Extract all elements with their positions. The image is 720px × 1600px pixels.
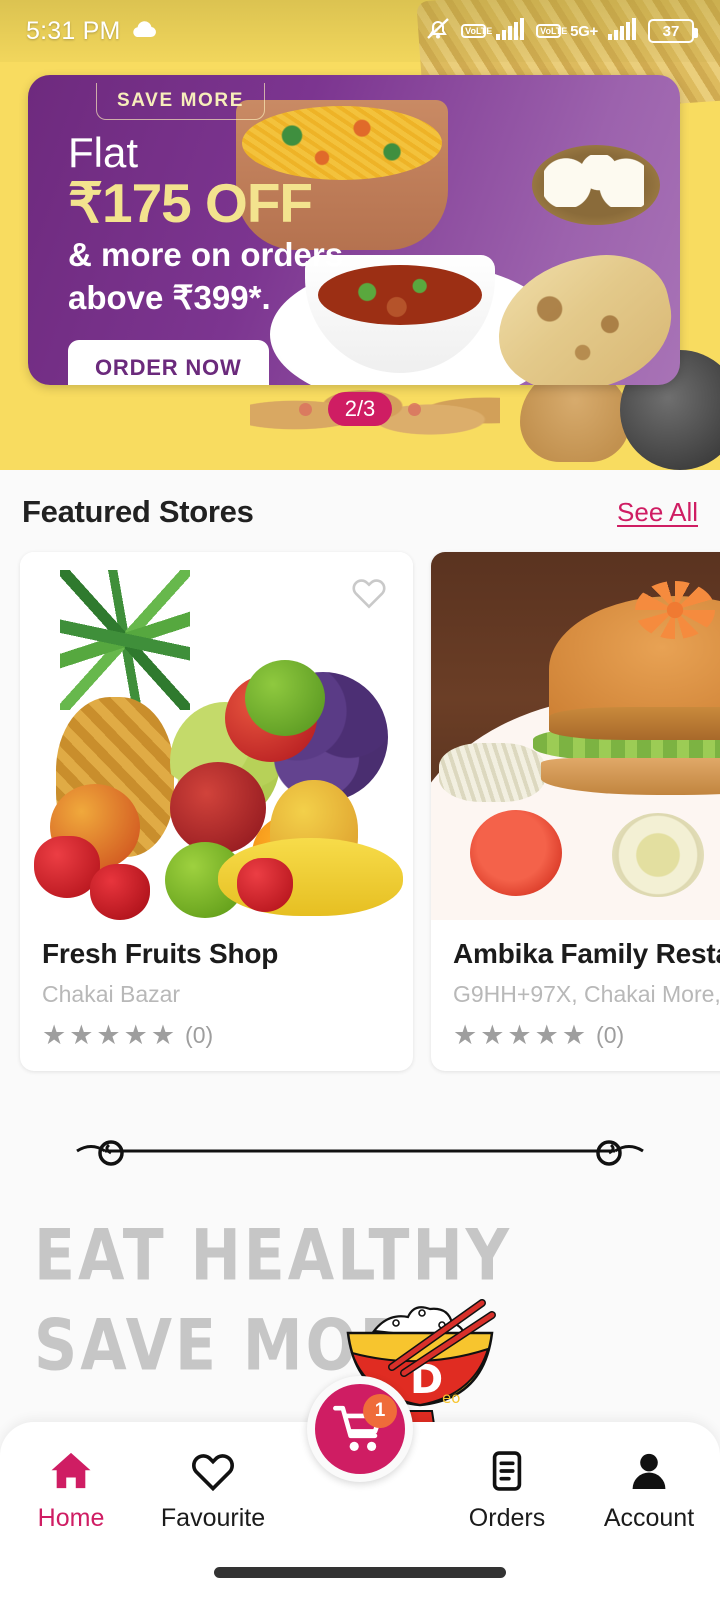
home-indicator: [214, 1567, 506, 1578]
orders-list-icon: [492, 1451, 522, 1491]
battery-indicator: 37: [648, 19, 698, 43]
nav-label-favourite: Favourite: [160, 1504, 266, 1532]
status-bar-left: 5:31 PM: [26, 17, 157, 46]
nav-item-account[interactable]: Account: [584, 1450, 714, 1533]
store-image: [20, 552, 413, 920]
home-icon: [51, 1452, 91, 1489]
clock: 5:31 PM: [26, 16, 121, 45]
coleslaw: [438, 743, 545, 803]
green-apple: [245, 660, 325, 736]
cart-badge: 1: [363, 1394, 397, 1428]
store-info: Fresh Fruits Shop Chakai Bazar ★★★★★ (0): [20, 920, 413, 1071]
status-bar: 5:31 PM VoLTE VoLTE 5G+ 37: [0, 0, 720, 62]
star-rating-icon: ★★★★★: [453, 1020, 590, 1050]
promo-banner[interactable]: SAVE MORE Flat ₹175 OFF & more on orders…: [28, 75, 680, 385]
rasgulla-plate-image: [532, 145, 660, 225]
see-all-link[interactable]: See All: [617, 497, 698, 528]
volte-icon-1: VoLTE: [461, 23, 492, 39]
promo-banner-text: SAVE MORE Flat ₹175 OFF & more on orders…: [68, 83, 408, 385]
store-image: [431, 552, 720, 920]
app-screen: 5:31 PM VoLTE VoLTE 5G+ 37 SAVE MORE Fla…: [0, 0, 720, 1600]
heart-icon: [352, 579, 386, 609]
person-icon: [632, 1453, 666, 1489]
store-name: Ambika Family Restaurant: [453, 938, 720, 969]
status-bar-right: VoLTE VoLTE 5G+ 37: [424, 16, 698, 47]
tomato-slice: [470, 809, 563, 896]
review-count: (0): [185, 1022, 214, 1048]
store-rating: ★★★★★ (0): [453, 1022, 720, 1049]
page-title: Featured Stores: [22, 494, 254, 529]
nav-item-home[interactable]: Home: [6, 1450, 136, 1533]
strawberry-3: [237, 858, 293, 912]
store-address: G9HH+97X, Chakai More, Chakai: [453, 981, 720, 1007]
burger-patty: [548, 706, 720, 740]
save-more-badge: SAVE MORE: [96, 83, 266, 120]
promo-line-orders: & more on orders: [68, 236, 344, 274]
store-address: Chakai Bazar: [42, 981, 181, 1007]
svg-text:eo: eo: [442, 1389, 460, 1407]
featured-stores-header: Featured Stores See All: [0, 470, 720, 530]
nav-label-account: Account: [603, 1504, 695, 1532]
store-info: Ambika Family Restaurant G9HH+97X, Chaka…: [431, 920, 720, 1071]
signal-bars-icon-1: [495, 17, 527, 46]
nav-item-favourite[interactable]: Favourite: [148, 1450, 278, 1533]
star-rating-icon: ★★★★★: [42, 1020, 179, 1050]
network-type-icon: 5G+: [570, 22, 598, 40]
bell-muted-icon: [424, 16, 452, 47]
pagination-dot-left[interactable]: [298, 402, 312, 416]
review-count: (0): [596, 1022, 625, 1048]
naan-bread-image: [485, 242, 680, 385]
favourite-button[interactable]: [347, 570, 391, 614]
onion-slice: [611, 813, 704, 898]
pomegranate: [170, 762, 266, 854]
nav-label-orders: Orders: [468, 1504, 546, 1532]
nav-label-home: Home: [37, 1504, 105, 1532]
volte-icon-2: VoLTE: [536, 23, 567, 39]
cart-button[interactable]: 1: [307, 1376, 413, 1482]
section-divider: [65, 1131, 655, 1171]
cloud-icon: [131, 20, 157, 43]
pineapple-leaves: [60, 570, 190, 710]
heart-icon: [192, 1454, 234, 1492]
burger-plate-image: [431, 552, 720, 920]
store-rating: ★★★★★ (0): [42, 1022, 391, 1049]
pagination-dot-right[interactable]: [408, 402, 422, 416]
store-name: Fresh Fruits Shop: [42, 938, 279, 969]
order-now-button[interactable]: ORDER NOW: [68, 340, 269, 385]
nav-item-orders[interactable]: Orders: [442, 1450, 572, 1533]
signal-bars-icon-2: [607, 17, 639, 46]
promo-line-flat: Flat: [68, 129, 139, 176]
promo-discount-amount: ₹175 OFF: [68, 172, 313, 234]
store-card[interactable]: Ambika Family Restaurant G9HH+97X, Chaka…: [431, 552, 720, 1071]
banner-pagination: 2/3: [0, 392, 720, 427]
pagination-counter: 2/3: [327, 392, 393, 427]
strawberry-2: [90, 864, 150, 920]
store-card[interactable]: Fresh Fruits Shop Chakai Bazar ★★★★★ (0): [20, 552, 413, 1071]
featured-stores-carousel[interactable]: Fresh Fruits Shop Chakai Bazar ★★★★★ (0): [0, 530, 720, 1071]
promo-line-above: above ₹399*.: [68, 279, 271, 317]
